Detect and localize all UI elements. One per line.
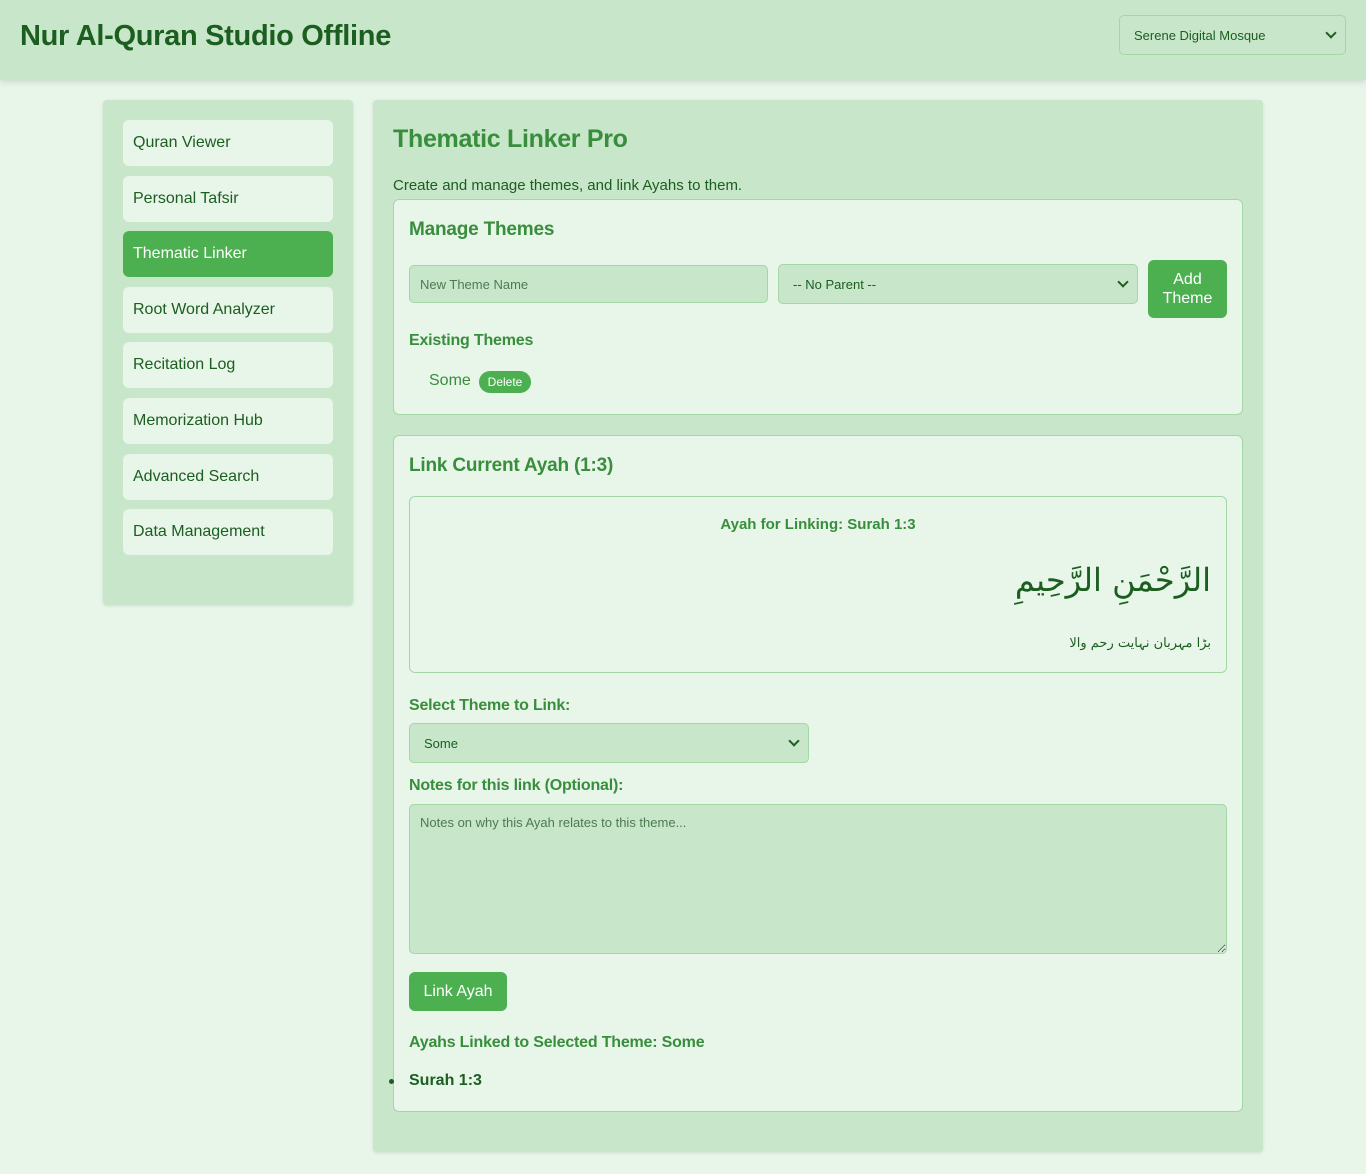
chevron-down-icon <box>1325 27 1337 39</box>
theme-item-label: Some <box>429 372 471 389</box>
existing-themes-heading: Existing Themes <box>409 332 534 349</box>
linked-ayah-item[interactable]: Surah 1:3 <box>409 1072 482 1090</box>
sidebar-item-thematic-linker[interactable]: Thematic Linker <box>123 231 333 277</box>
ayah-display: Ayah for Linking: Surah 1:3 الرَّحْمَنِ … <box>409 496 1227 673</box>
sidebar-item-memorization-hub[interactable]: Memorization Hub <box>123 398 333 444</box>
sidebar: Quran Viewer Personal Tafsir Thematic Li… <box>103 100 353 605</box>
bullet-icon <box>389 1079 394 1084</box>
ayah-heading: Ayah for Linking: Surah 1:3 <box>720 516 916 533</box>
select-theme-label: Select Theme to Link: <box>409 697 571 714</box>
parent-theme-select[interactable]: -- No Parent -- <box>778 264 1138 304</box>
page-title: Thematic Linker Pro <box>393 125 628 153</box>
app-theme-select[interactable]: Serene Digital Mosque <box>1119 15 1346 55</box>
link-ayah-title: Link Current Ayah (1:3) <box>409 455 614 476</box>
app-theme-select-value: Serene Digital Mosque <box>1134 27 1266 43</box>
add-theme-button-label-line1: Add <box>1173 271 1202 288</box>
link-theme-select[interactable]: Some <box>409 723 809 763</box>
app-header: Nur Al-Quran Studio Offline Serene Digit… <box>0 0 1366 80</box>
page-description: Create and manage themes, and link Ayahs… <box>393 177 743 194</box>
notes-textarea[interactable] <box>409 804 1227 954</box>
manage-themes-title: Manage Themes <box>409 219 555 240</box>
link-ayah-button[interactable]: Link Ayah <box>409 972 507 1011</box>
chevron-down-icon <box>788 735 800 747</box>
link-ayah-card: Link Current Ayah (1:3) Ayah for Linking… <box>389 435 1243 1112</box>
sidebar-item-root-word-analyzer[interactable]: Root Word Analyzer <box>123 287 333 333</box>
add-theme-button-label-line2: Theme <box>1162 290 1213 307</box>
manage-themes-card: Manage Themes -- No Parent -- Add Theme … <box>393 199 1243 415</box>
new-theme-name-input[interactable] <box>409 265 768 303</box>
ayah-translation-text: بڑا مہربان نہایت رحم والا <box>1069 636 1211 651</box>
add-theme-button[interactable]: Add Theme <box>1148 260 1227 318</box>
link-theme-select-value: Some <box>424 735 458 751</box>
ayah-arabic-text: الرَّحْمَنِ الرَّحِيمِ <box>1014 561 1211 599</box>
sidebar-item-recitation-log[interactable]: Recitation Log <box>123 342 333 388</box>
sidebar-item-quran-viewer[interactable]: Quran Viewer <box>123 120 333 166</box>
main-panel: Thematic Linker Pro Create and manage th… <box>373 100 1263 1152</box>
notes-label: Notes for this link (Optional): <box>409 777 624 794</box>
sidebar-item-advanced-search[interactable]: Advanced Search <box>123 454 333 500</box>
delete-theme-button[interactable]: Delete <box>479 371 531 393</box>
parent-theme-select-value: -- No Parent -- <box>793 276 877 292</box>
linked-ayahs-heading: Ayahs Linked to Selected Theme: Some <box>409 1034 705 1051</box>
app-title: Nur Al-Quran Studio Offline <box>20 20 392 52</box>
chevron-down-icon <box>1117 276 1129 288</box>
sidebar-item-data-management[interactable]: Data Management <box>123 509 333 555</box>
sidebar-item-personal-tafsir[interactable]: Personal Tafsir <box>123 176 333 222</box>
